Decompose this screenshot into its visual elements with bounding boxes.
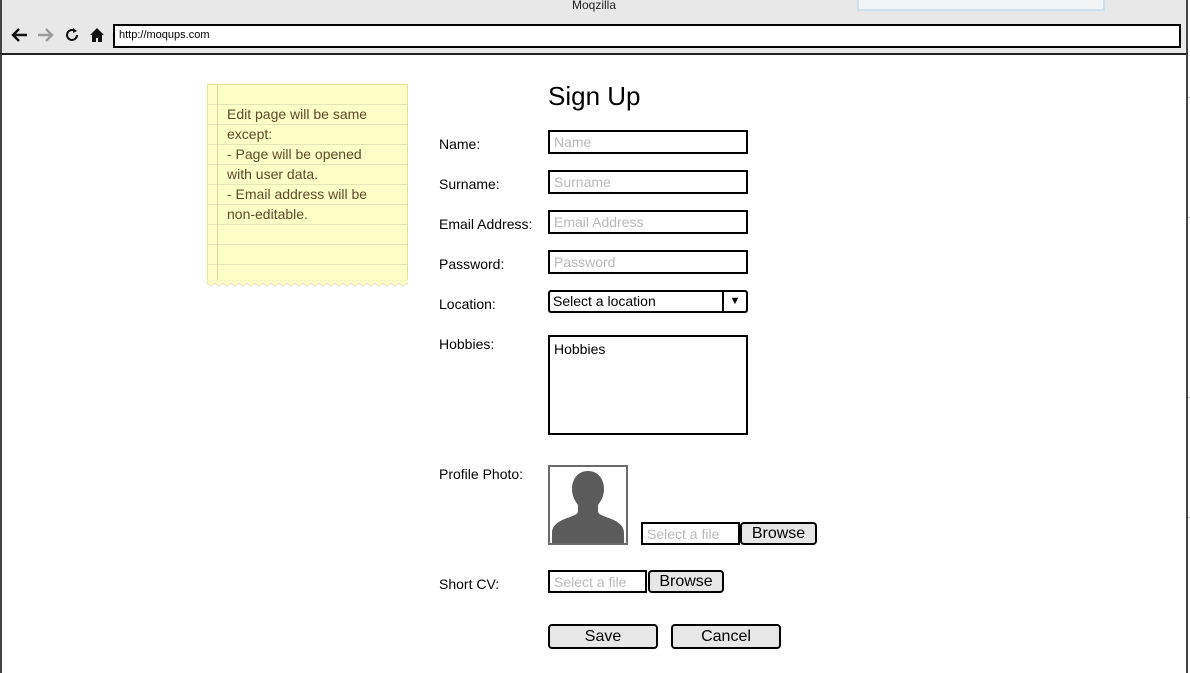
location-select[interactable]: Select a location ▼ xyxy=(548,290,748,313)
email-label: Email Address: xyxy=(439,216,533,232)
photo-browse-button[interactable]: Browse xyxy=(740,522,817,545)
email-field[interactable] xyxy=(548,210,748,234)
page-title: Sign Up xyxy=(548,81,641,111)
profile-photo-label: Profile Photo: xyxy=(439,466,524,482)
save-button[interactable]: Save xyxy=(548,624,658,649)
forward-arrow-icon[interactable] xyxy=(36,26,56,44)
name-label: Name: xyxy=(439,136,481,152)
note-line: with user data. xyxy=(227,166,319,182)
note-line: - Page will be opened xyxy=(227,146,362,162)
location-selected-value: Select a location xyxy=(553,293,656,309)
note-line: except: xyxy=(227,126,273,142)
user-silhouette-icon xyxy=(552,471,624,543)
title-bar-widget xyxy=(857,0,1105,11)
note-line: - Email address will be xyxy=(227,186,368,202)
back-arrow-icon[interactable] xyxy=(9,26,29,44)
name-field[interactable] xyxy=(548,130,748,154)
password-label: Password: xyxy=(439,256,505,272)
reload-icon[interactable] xyxy=(62,26,82,44)
sticky-note-text: Edit page will be same except: - Page wi… xyxy=(227,104,402,224)
note-line: non-editable. xyxy=(227,206,308,222)
avatar-placeholder xyxy=(548,465,628,545)
note-torn-edge xyxy=(207,280,408,286)
surname-label: Surname: xyxy=(439,176,500,192)
hobbies-label: Hobbies: xyxy=(439,336,495,352)
cv-browse-button[interactable]: Browse xyxy=(648,570,724,593)
cv-file-field[interactable] xyxy=(548,570,647,593)
hobbies-textarea[interactable]: Hobbies xyxy=(548,335,748,435)
short-cv-label: Short CV: xyxy=(439,576,500,592)
browser-toolbar: Moqzilla http://moqups.com xyxy=(0,0,1188,54)
photo-file-field[interactable] xyxy=(641,522,740,545)
cancel-button[interactable]: Cancel xyxy=(671,624,781,649)
password-field[interactable] xyxy=(548,250,748,274)
chevron-down-icon[interactable]: ▼ xyxy=(722,292,746,311)
surname-field[interactable] xyxy=(548,170,748,194)
location-label: Location: xyxy=(439,296,496,312)
home-icon[interactable] xyxy=(87,26,107,44)
note-line: Edit page will be same xyxy=(227,106,368,122)
address-bar[interactable]: http://moqups.com xyxy=(113,24,1181,48)
